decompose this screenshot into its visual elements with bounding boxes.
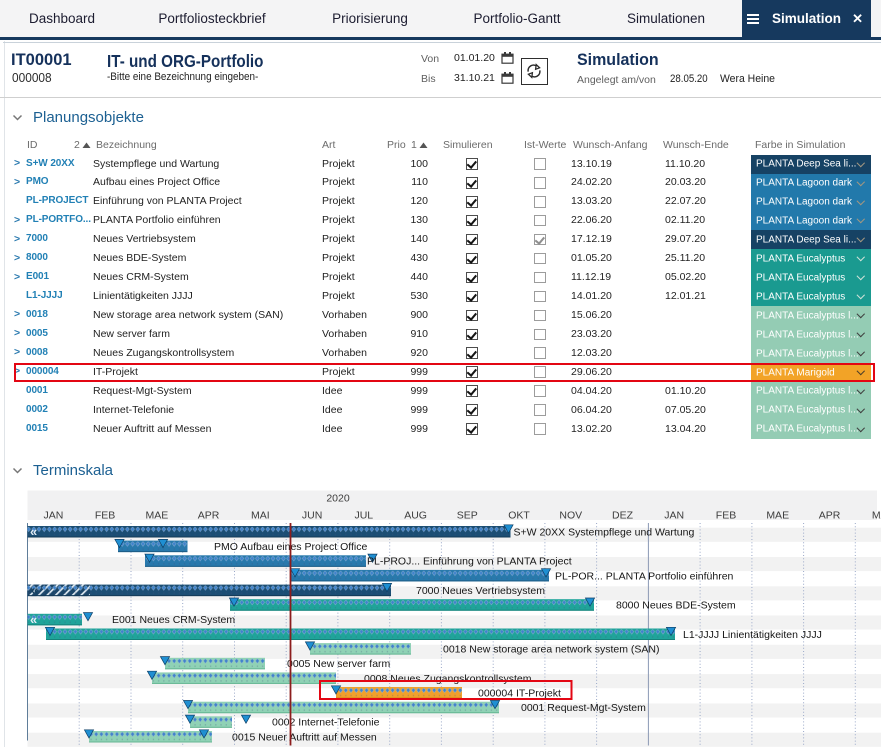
- svg-text:MAE: MAE: [766, 510, 789, 522]
- svg-text:S+W 20XX Systempflege und War: S+W 20XX Systempflege und Wartung: [514, 526, 695, 538]
- svg-text:7000 Neues Vertriebsystem: 7000 Neues Vertriebsystem: [416, 585, 545, 597]
- svg-text:«: «: [31, 583, 38, 598]
- svg-text:E001 Neues CRM-System: E001 Neues CRM-System: [112, 614, 235, 626]
- svg-text:«: «: [30, 524, 37, 539]
- svg-text:FEB: FEB: [716, 510, 736, 522]
- svg-text:L1-JJJJ Linientätigkeiten JJJ: L1-JJJJ Linientätigkeiten JJJJ: [683, 629, 822, 641]
- svg-text:0008 Neues Zugangskontrollsys: 0008 Neues Zugangskontrollsystem: [364, 673, 532, 685]
- svg-text:0018 New storage area network: 0018 New storage area network system (SA…: [443, 644, 660, 656]
- svg-text:2020: 2020: [326, 493, 350, 505]
- svg-text:0015 Neuer Auftritt auf Messe: 0015 Neuer Auftritt auf Messen: [232, 731, 377, 743]
- svg-text:OKT: OKT: [508, 510, 530, 522]
- svg-text:MAI: MAI: [251, 510, 270, 522]
- svg-text:JAN: JAN: [43, 510, 63, 522]
- svg-text:8000 Neues BDE-System: 8000 Neues BDE-System: [616, 600, 736, 612]
- svg-text:AUG: AUG: [404, 510, 427, 522]
- svg-text:FEB: FEB: [95, 510, 115, 522]
- svg-text:APR: APR: [819, 510, 841, 522]
- svg-text:JUN: JUN: [302, 510, 322, 522]
- svg-text:MAE: MAE: [146, 510, 169, 522]
- svg-text:JUL: JUL: [354, 510, 373, 522]
- svg-text:0001 Request-Mgt-System: 0001 Request-Mgt-System: [521, 702, 646, 714]
- svg-text:«: «: [30, 612, 37, 627]
- svg-text:JAN: JAN: [664, 510, 684, 522]
- svg-text:PL-PROJ... Einführung von PLA: PL-PROJ... Einführung von PLANTA Project: [367, 556, 572, 568]
- svg-text:0005 New server farm: 0005 New server farm: [287, 658, 391, 670]
- svg-text:MAI: MAI: [872, 510, 881, 522]
- svg-text:0002 Internet-Telefonie: 0002 Internet-Telefonie: [272, 717, 380, 729]
- svg-text:SEP: SEP: [457, 510, 478, 522]
- svg-text:APR: APR: [198, 510, 220, 522]
- svg-text:DEZ: DEZ: [612, 510, 634, 522]
- svg-text:000004 IT-Projekt: 000004 IT-Projekt: [478, 687, 561, 699]
- svg-text:PL-POR... PLANTA Portfolio ei: PL-POR... PLANTA Portfolio einführen: [555, 570, 734, 582]
- svg-text:NOV: NOV: [559, 510, 582, 522]
